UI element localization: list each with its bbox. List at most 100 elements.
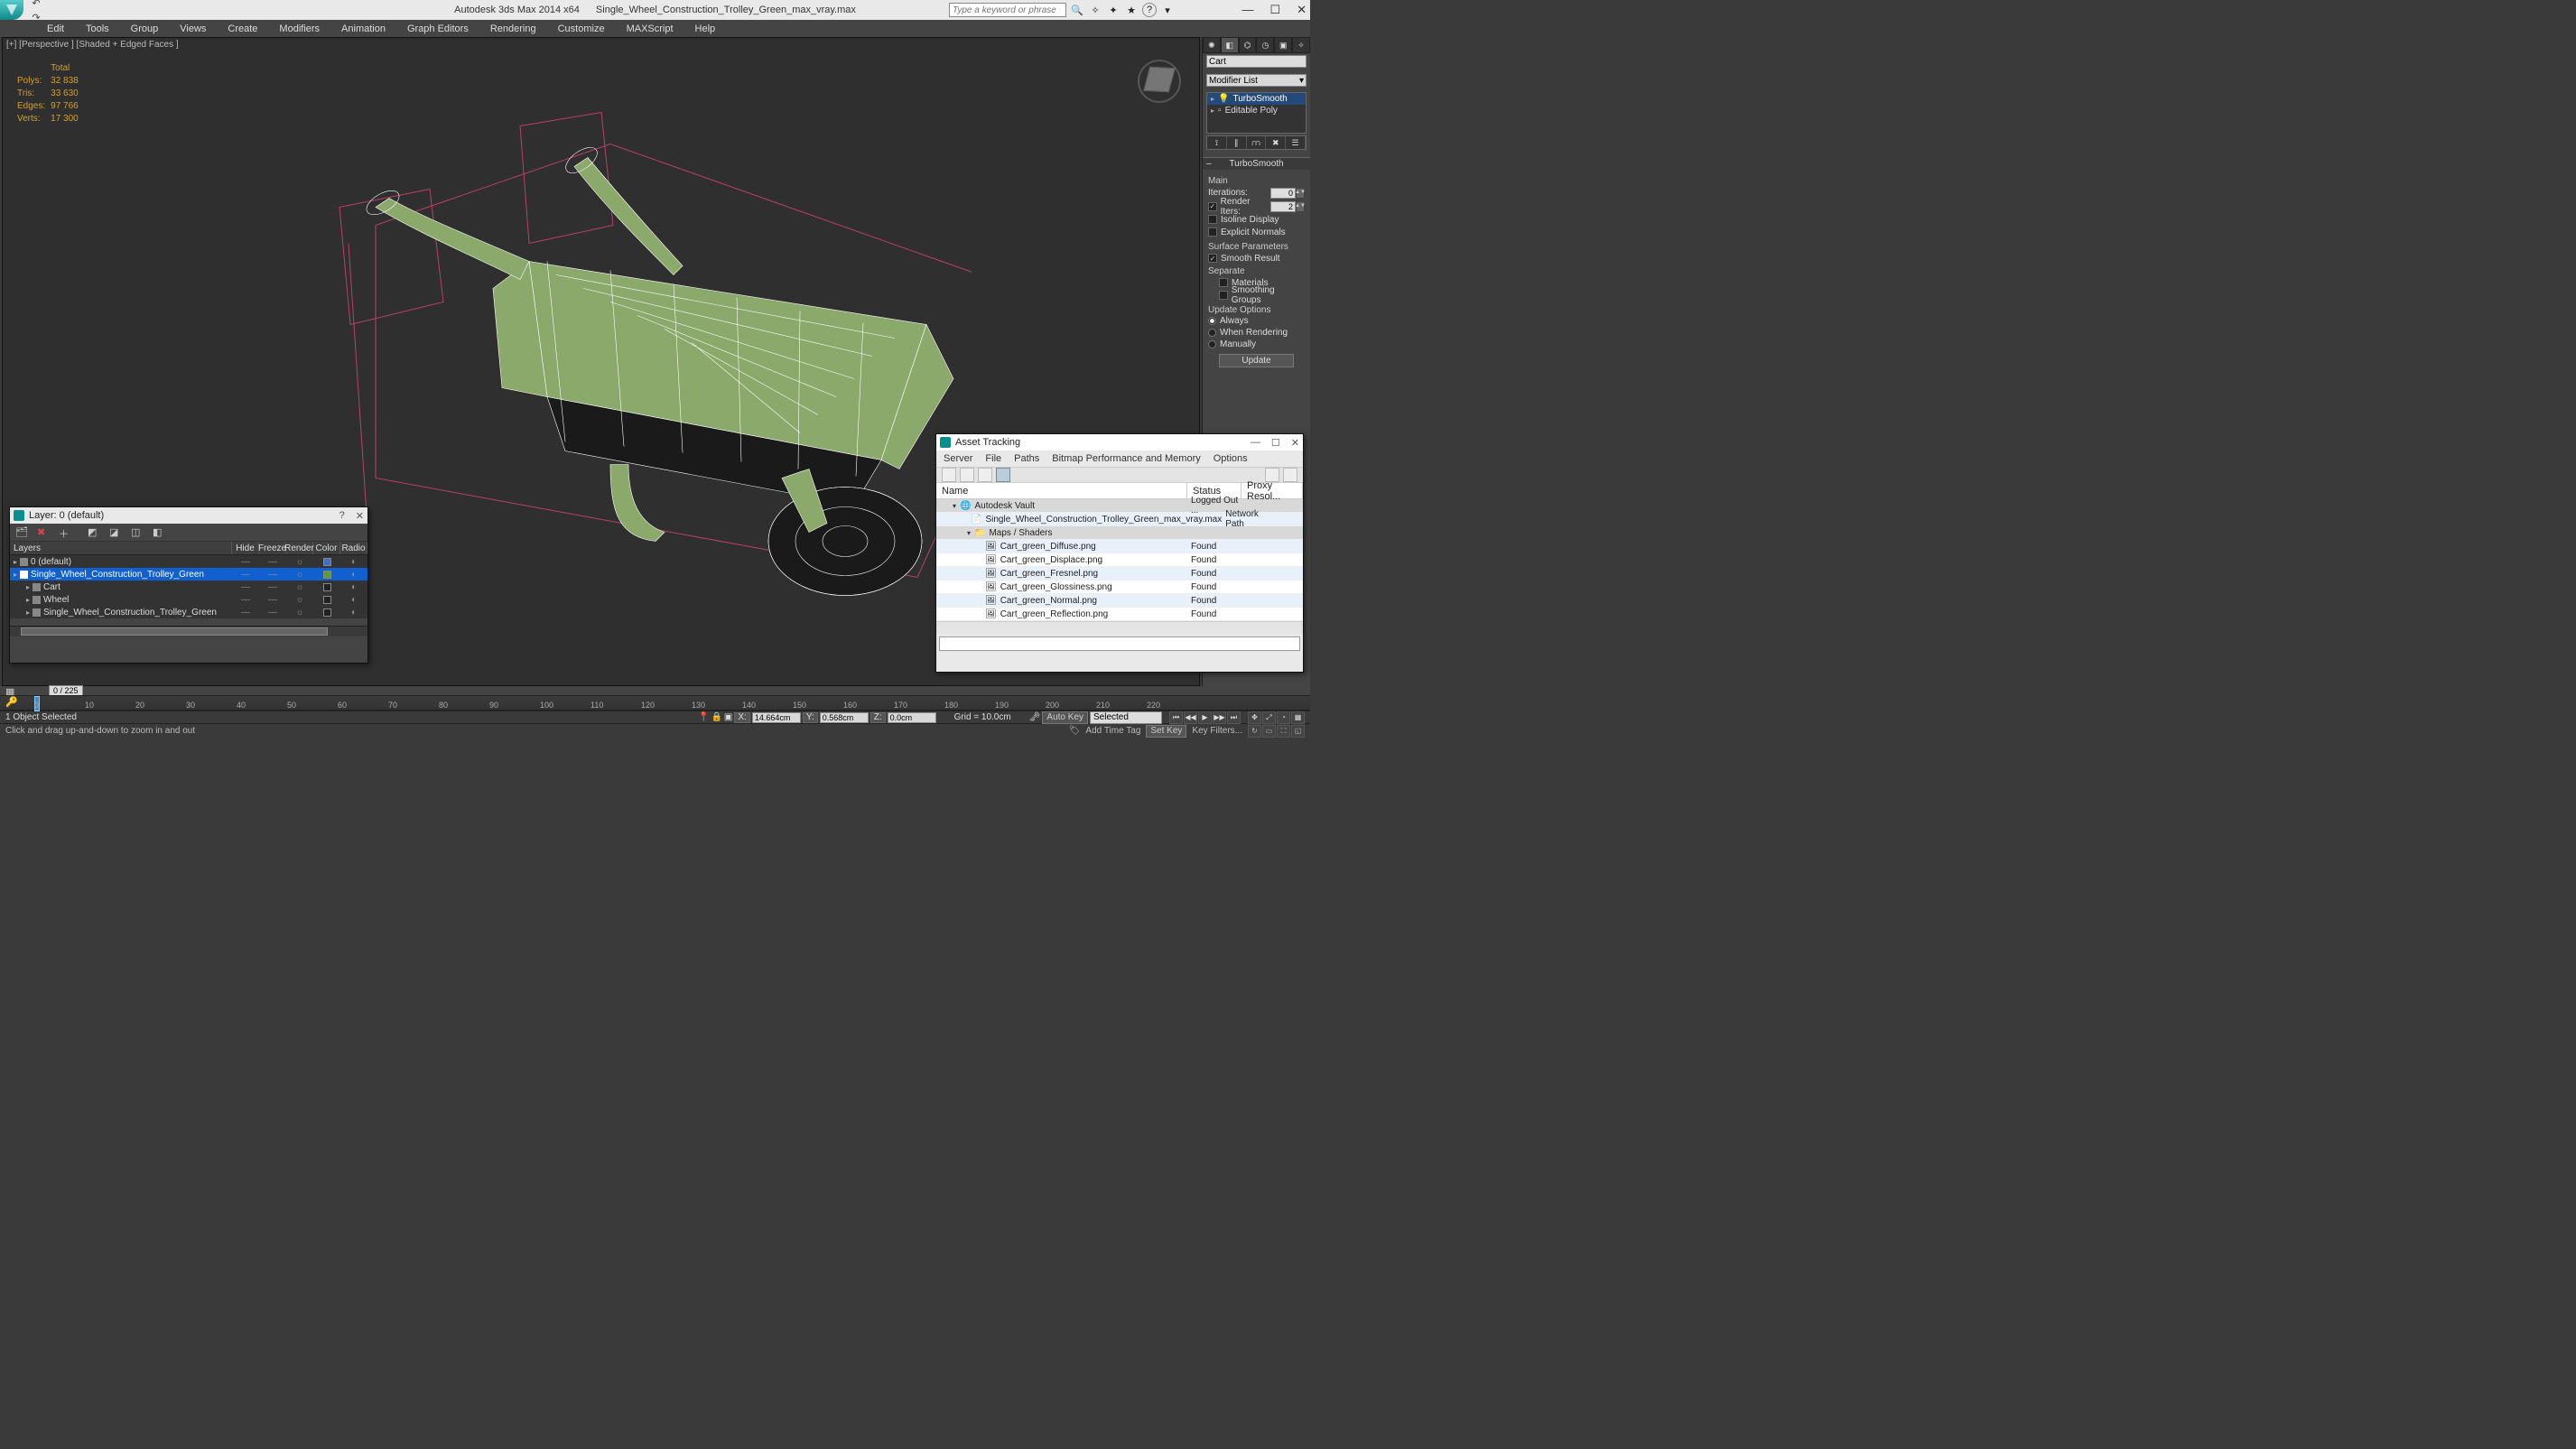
nav-zoom-icon[interactable]: ⤢ — [1262, 711, 1276, 724]
layer-row[interactable]: ▸0 (default) ——☼ ◐ — [10, 555, 367, 568]
nav-max-icon[interactable]: ⛶ — [1277, 725, 1290, 738]
renderiters-check[interactable]: ✓ — [1208, 202, 1217, 211]
signin-icon[interactable]: ✦ — [1106, 3, 1121, 17]
next-frame-icon[interactable]: ▶▶ — [1213, 711, 1226, 724]
menu-help[interactable]: Help — [684, 20, 727, 37]
asset-refresh-icon[interactable] — [942, 468, 956, 482]
layer-row[interactable]: ▸Cart ——☼ ◐ — [10, 581, 367, 593]
tab-motion[interactable]: ◷ — [1256, 37, 1274, 53]
layer-close-button[interactable]: ✕ — [356, 510, 364, 522]
keymode-icon[interactable]: 🗝 — [1029, 712, 1041, 722]
timeline-config-icon[interactable]: ▦ — [5, 686, 14, 695]
nav-pan-icon[interactable]: ✥ — [1248, 711, 1261, 724]
layer-help-button[interactable]: ? — [339, 510, 345, 522]
goto-end-icon[interactable]: ⏭ — [1227, 711, 1241, 724]
asset-min-button[interactable]: — — [1251, 437, 1260, 449]
close-button[interactable]: ✕ — [1297, 3, 1307, 17]
asset-col-name[interactable]: Name — [936, 483, 1187, 498]
asset-menu-paths[interactable]: Paths — [1014, 453, 1039, 464]
col-radio[interactable]: Radio — [340, 542, 367, 554]
spinner-icon[interactable]: ▲▼ — [1296, 201, 1305, 212]
asset-row[interactable]: 🖼Cart_green_Fresnel.pngFound — [936, 567, 1303, 581]
asset-col-proxy[interactable]: Proxy Resol... — [1242, 483, 1303, 498]
delete-layer-icon[interactable]: ✖ — [37, 526, 50, 539]
isoline-check[interactable] — [1208, 215, 1217, 224]
asset-tableview-icon[interactable] — [996, 468, 1010, 482]
nav-zoomall-icon[interactable]: ▦ — [1291, 711, 1305, 724]
menu-create[interactable]: Create — [217, 20, 268, 37]
new-layer-icon[interactable]: 🗂 — [15, 526, 28, 539]
explicit-check[interactable] — [1208, 228, 1217, 237]
favorites-icon[interactable]: ★ — [1124, 3, 1139, 17]
tab-create[interactable]: ✺ — [1203, 37, 1221, 53]
pin-stack-button[interactable]: ⟟ — [1207, 136, 1227, 149]
col-hide[interactable]: Hide — [232, 542, 259, 554]
nav-fov-icon[interactable]: ◔ — [1277, 711, 1290, 724]
asset-menu-server[interactable]: Server — [944, 453, 972, 464]
nav-orbit-icon[interactable]: ↻ — [1248, 725, 1261, 738]
update-render-radio[interactable] — [1208, 329, 1216, 337]
qat-redo-icon[interactable]: ↷ — [29, 10, 43, 24]
select-layer-icon[interactable]: ◩ — [88, 526, 100, 539]
iterations-input[interactable] — [1270, 188, 1296, 199]
layer-hscroll[interactable] — [10, 626, 367, 636]
col-color[interactable]: Color — [313, 542, 340, 554]
y-field[interactable]: 0.568cm — [820, 712, 869, 723]
nav-minmax-icon[interactable]: ◱ — [1291, 725, 1305, 738]
isolate-icon[interactable]: ▣ — [724, 712, 732, 722]
asset-menu-options[interactable]: Options — [1214, 453, 1248, 464]
search-input[interactable] — [949, 3, 1066, 17]
col-layers[interactable]: Layers — [10, 542, 232, 554]
asset-row[interactable]: 🖼Cart_green_Glossiness.pngFound — [936, 581, 1303, 594]
hide-sel-icon[interactable]: ◫ — [131, 526, 144, 539]
modifier-list-dropdown[interactable]: Modifier List▾ — [1206, 74, 1307, 87]
menu-customize[interactable]: Customize — [547, 20, 616, 37]
x-field[interactable]: 14.664cm — [752, 712, 801, 723]
prev-frame-icon[interactable]: ◀◀ — [1184, 711, 1197, 724]
sep-materials-check[interactable] — [1219, 278, 1228, 287]
z-field[interactable]: 0.0cm — [888, 712, 936, 723]
add-time-tag[interactable]: Add Time Tag — [1085, 726, 1140, 736]
asset-row[interactable]: 🖼Cart_green_Diffuse.pngFound — [936, 540, 1303, 553]
viewcube[interactable] — [1132, 54, 1186, 108]
help-dropdown-icon[interactable]: ▾ — [1160, 3, 1175, 17]
asset-row[interactable]: 🖼Cart_green_Normal.pngFound — [936, 594, 1303, 608]
menu-grapheditors[interactable]: Graph Editors — [396, 20, 479, 37]
remove-button[interactable]: ✖ — [1266, 136, 1286, 149]
setkey-button[interactable]: Set Key — [1146, 725, 1186, 738]
menu-animation[interactable]: Animation — [330, 20, 396, 37]
update-manual-radio[interactable] — [1208, 340, 1216, 348]
spinner-icon[interactable]: ▲▼ — [1296, 188, 1305, 199]
asset-hscroll[interactable] — [936, 621, 1303, 634]
layer-row[interactable]: ▸Single_Wheel_Construction_Trolley_Green… — [10, 568, 367, 581]
modifier-stack[interactable]: ▸💡TurboSmooth ▸▫Editable Poly — [1206, 92, 1307, 134]
asset-menu-file[interactable]: File — [985, 453, 1001, 464]
col-render[interactable]: Render — [286, 542, 313, 554]
layer-row[interactable]: ▸Wheel ——☼ ◐ — [10, 593, 367, 606]
minimize-button[interactable]: — — [1242, 3, 1253, 17]
autokey-button[interactable]: Auto Key — [1042, 711, 1088, 724]
keymode-dropdown[interactable]: Selected — [1090, 711, 1162, 724]
tab-hierarchy[interactable]: ⌬ — [1239, 37, 1257, 53]
timeline[interactable]: 🔑 01020304050607080901001101201301401501… — [0, 695, 1310, 711]
asset-tracking-dialog[interactable]: Asset Tracking —☐✕ Server File Paths Bit… — [935, 433, 1304, 673]
object-name-field[interactable]: Cart — [1206, 55, 1307, 68]
tab-modify[interactable]: ◧ — [1221, 37, 1239, 53]
unique-button[interactable]: ⩋ — [1247, 136, 1267, 149]
menu-modifiers[interactable]: Modifiers — [268, 20, 330, 37]
asset-input[interactable] — [939, 636, 1300, 651]
renderiters-input[interactable] — [1270, 201, 1296, 212]
goto-start-icon[interactable]: ⏮ — [1169, 711, 1183, 724]
sep-sg-check[interactable] — [1219, 291, 1228, 300]
timetag-icon[interactable]: 🏷 — [1069, 726, 1081, 736]
asset-row[interactable]: 🖼Cart_green_Reflection.pngFound — [936, 608, 1303, 621]
highlight-layer-icon[interactable]: ◪ — [109, 526, 122, 539]
layer-row[interactable]: ▸Single_Wheel_Construction_Trolley_Green… — [10, 606, 367, 618]
asset-listview-icon[interactable] — [978, 468, 992, 482]
asset-max-button[interactable]: ☐ — [1271, 437, 1280, 449]
update-always-radio[interactable] — [1208, 317, 1216, 325]
col-freeze[interactable]: Freeze — [259, 542, 286, 554]
asset-treeview-icon[interactable] — [960, 468, 974, 482]
lock-icon[interactable]: 🔒 — [711, 712, 721, 722]
viewport-label[interactable]: [+] [Perspective ] [Shaded + Edged Faces… — [6, 40, 179, 50]
